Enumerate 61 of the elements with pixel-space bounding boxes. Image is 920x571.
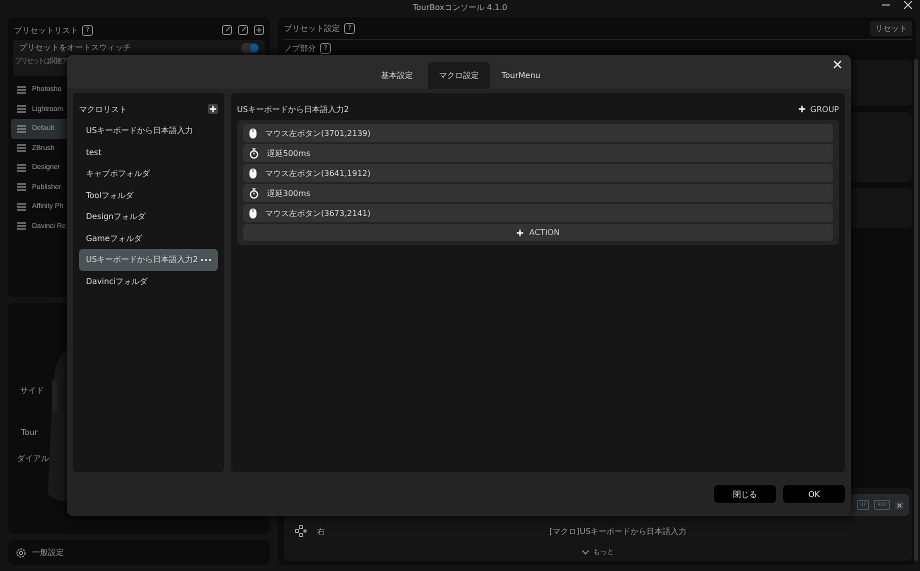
export-icon[interactable] [222,25,232,35]
assigned-action: [マクロ]USキーボードから日本語入力 [548,526,688,536]
import-icon[interactable] [238,25,248,35]
plus-icon [209,105,217,113]
stopwatch-icon [249,148,259,158]
auto-switch-toggle[interactable] [241,43,259,53]
more-icon[interactable] [200,258,211,261]
device-label: ダイアル [17,453,49,464]
list-icon [17,222,26,230]
auto-switch-label: プリセットをオートスウィッチ [19,43,131,52]
macro-item[interactable]: Gameフォルダ [79,228,218,249]
plus-icon [798,105,806,113]
add-group-button[interactable]: GROUP [798,104,839,114]
dialog-button[interactable]: 閉じる [714,485,776,503]
panel-title: プリセットリスト [14,24,78,36]
macro-item[interactable]: test [79,142,218,163]
list-icon [17,202,26,211]
macro-item[interactable]: キャプボフォルダ [79,163,218,184]
stopwatch-icon [249,188,259,198]
list-icon [17,164,26,172]
action-row[interactable]: マウス左ボタン(3641,1912) [243,164,833,182]
close-icon[interactable] [895,500,904,510]
mouse-icon [249,168,257,178]
macro-title: USキーボードから日本語入力2 [237,104,350,114]
section-title: ノブ部分 [284,42,316,54]
list-icon [17,105,26,114]
tab[interactable]: TourMenu [490,62,552,89]
list-icon [17,124,26,133]
list-title: マクロリスト [79,104,127,114]
macro-item[interactable]: Toolフォルダ [79,184,218,206]
settings-icon[interactable] [16,548,26,558]
mouse-icon [249,208,257,218]
macro-item[interactable]: Designフォルダ [79,206,218,228]
dialog-button[interactable]: OK [783,485,845,503]
add-button[interactable] [208,104,218,114]
reset-button[interactable]: リセット [870,20,912,36]
macro-item[interactable]: USキーボードから日本語入力 [79,120,218,142]
device-label: Tour [21,428,38,437]
list-icon [17,183,26,192]
chevron-icon[interactable] [582,550,589,554]
add-icon[interactable] [254,25,264,35]
tab[interactable]: 基本設定 [366,62,428,89]
mouse-icon [249,128,257,138]
add-action-button[interactable]: ACTION [243,224,833,241]
action-row[interactable]: マウス左ボタン(3701,2139) [243,124,833,142]
macro-item[interactable]: USキーボードから日本語入力2 [79,249,218,270]
action-row[interactable]: 遅延300ms [243,184,833,202]
list-icon [17,144,26,152]
close-icon[interactable] [904,1,912,9]
tab[interactable]: マクロ設定 [428,62,490,89]
macro-item[interactable]: Davinciフォルダ [79,270,218,292]
list-icon [17,86,26,94]
general-settings-label[interactable]: 一般設定 [32,547,64,558]
plus-icon [516,228,524,236]
dpad-icon [295,525,307,537]
device-label: サイド [20,385,44,396]
action-row[interactable]: 遅延500ms [243,144,833,162]
action-row[interactable]: マウス左ボタン(3673,2141) [243,204,833,222]
panel-title: プリセット設定 [284,22,340,34]
button-name: 右 [317,526,325,536]
window-title: TourBoxコンソール 4.1.0 [412,2,508,12]
